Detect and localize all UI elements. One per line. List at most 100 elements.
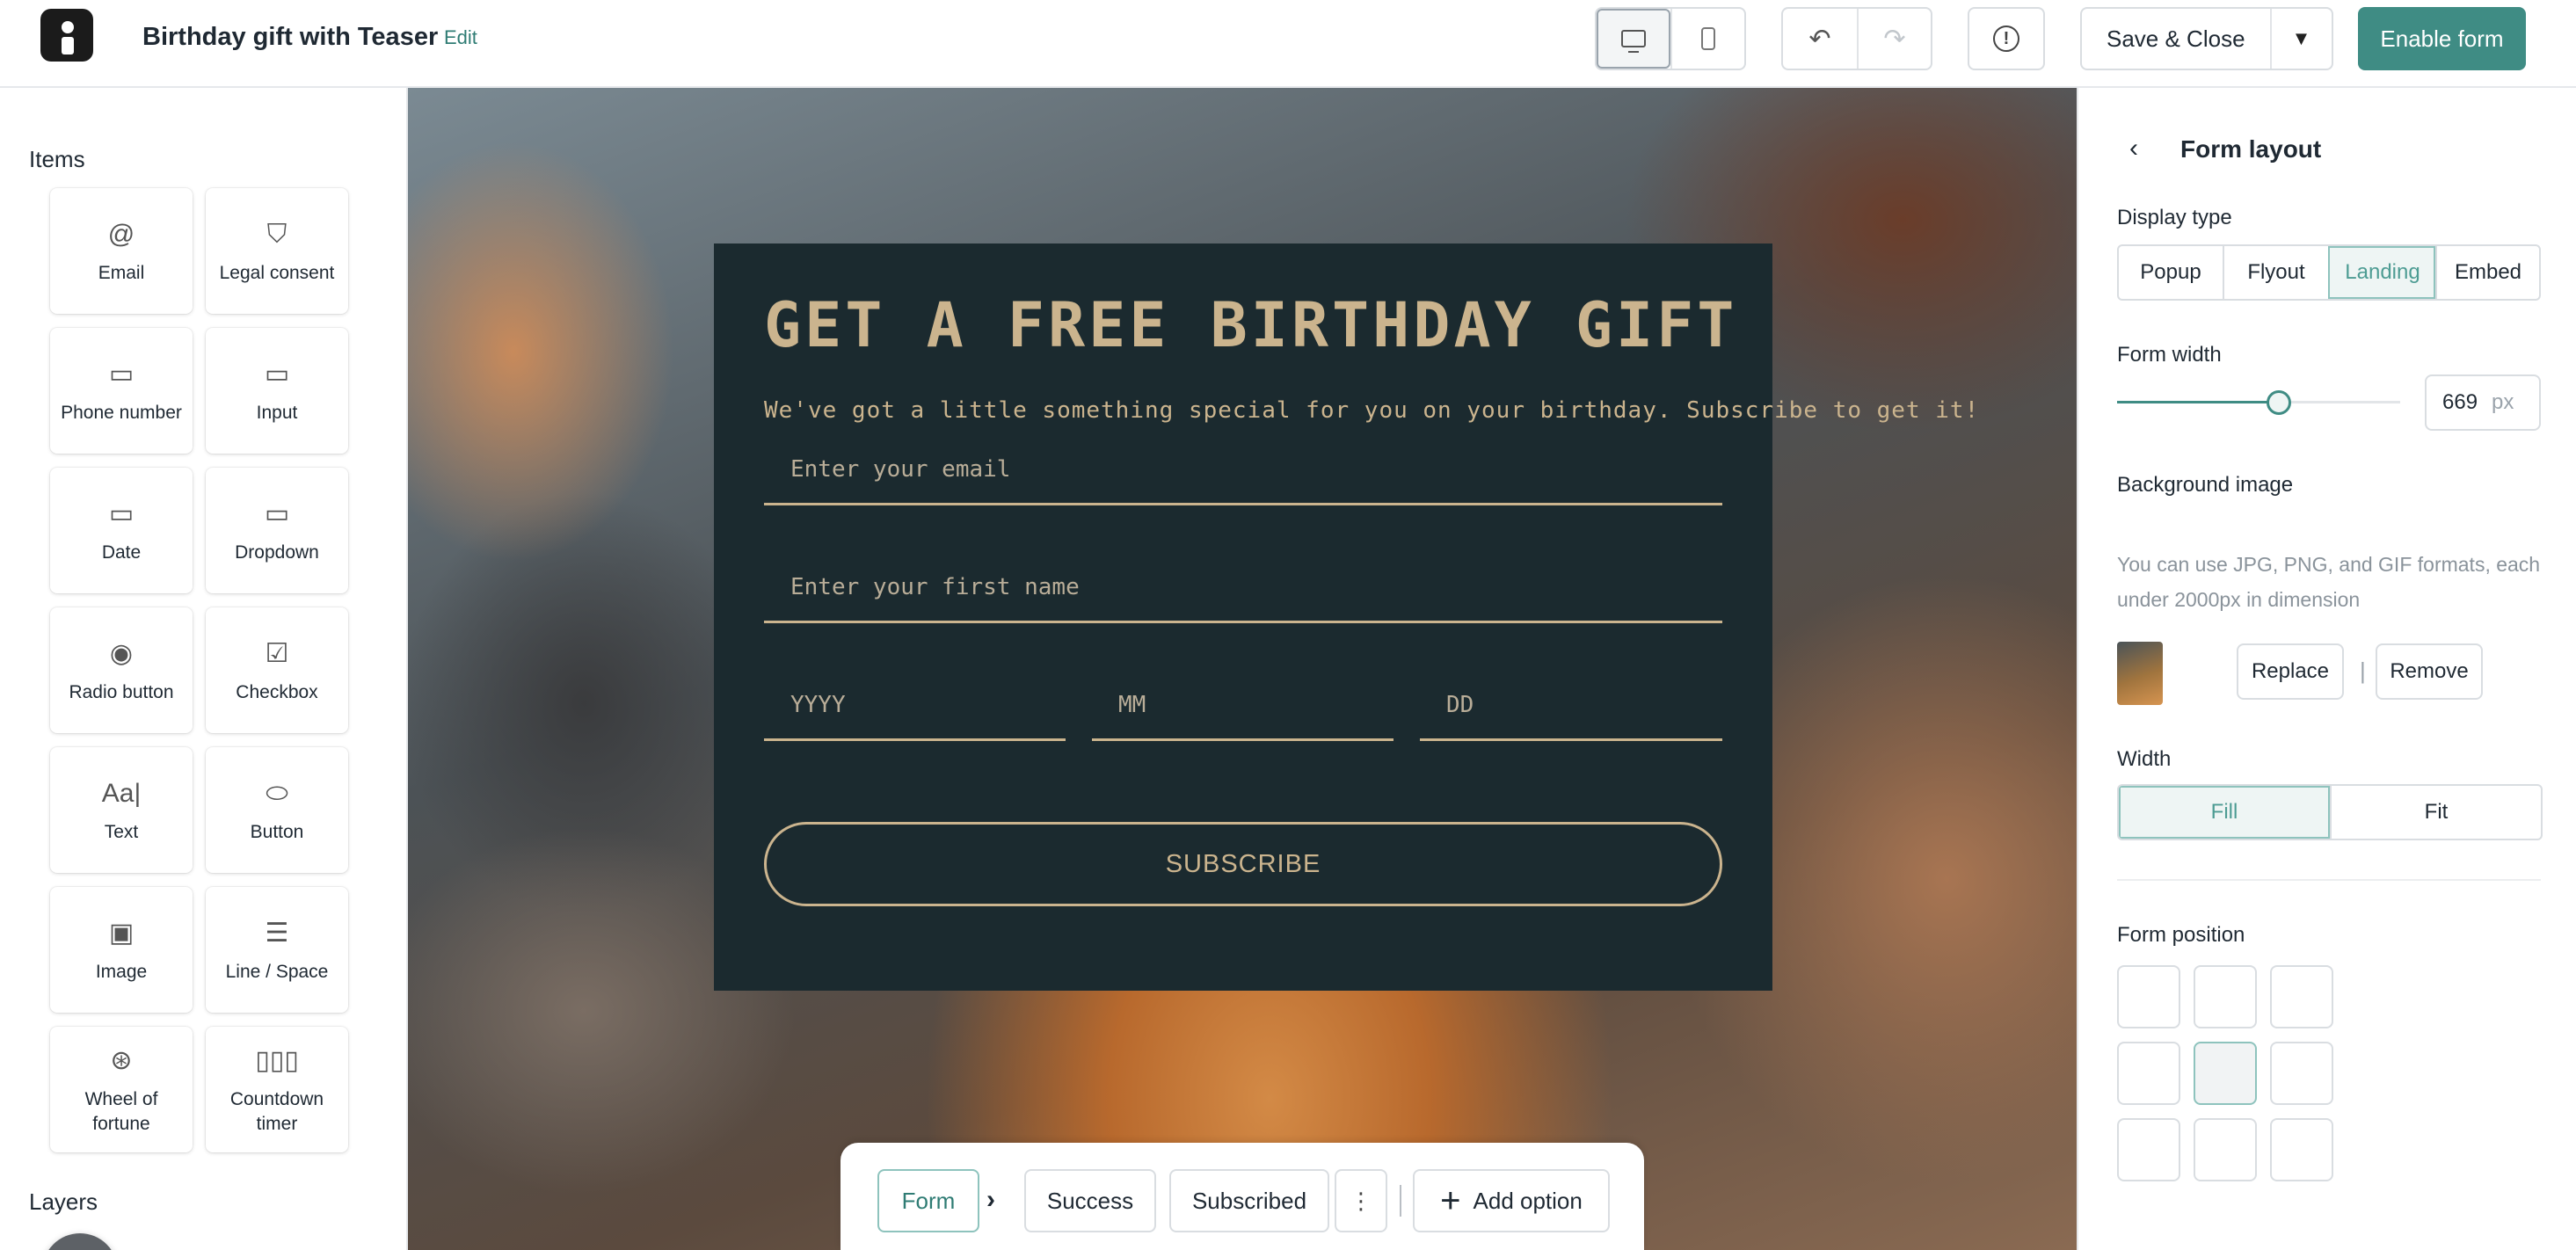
issues-group: ! (1968, 7, 2045, 70)
item-legal-consent[interactable]: ⛉ Legal consent (206, 188, 348, 314)
chevron-right-icon: › (986, 1185, 995, 1214)
phone-number-icon: ▭ (108, 360, 135, 389)
save-close-button[interactable]: Save & Close (2082, 9, 2270, 69)
mobile-view-button[interactable] (1670, 9, 1744, 69)
display-type-popup[interactable]: Popup (2119, 246, 2223, 299)
item-label: Input (256, 402, 298, 423)
item-email[interactable]: @ Email (50, 188, 193, 314)
item-dropdown[interactable]: ▭ Dropdown (206, 468, 348, 593)
slider-handle[interactable] (2266, 390, 2291, 415)
add-option-button[interactable]: + Add option (1413, 1169, 1610, 1232)
item-button[interactable]: ⬭ Button (206, 747, 348, 873)
items-heading: Items (29, 146, 85, 172)
item-input[interactable]: ▭ Input (206, 328, 348, 454)
position-top-center[interactable] (2194, 965, 2257, 1028)
birth-month-field[interactable]: MM (1092, 669, 1394, 741)
save-options-dropdown[interactable]: ▼ (2269, 9, 2332, 69)
form-width-input[interactable]: 669 px (2425, 374, 2541, 431)
item-line-space[interactable]: ☰ Line / Space (206, 887, 348, 1013)
position-bottom-center[interactable] (2194, 1118, 2257, 1181)
enable-form-button[interactable]: Enable form (2358, 7, 2526, 70)
add-option-label: Add option (1473, 1187, 1583, 1214)
top-bar: Birthday gift with Teaser Edit ↶ ↷ ! Sav… (0, 0, 2576, 88)
redo-button[interactable]: ↷ (1857, 9, 1931, 69)
item-label: Phone number (61, 402, 182, 423)
form-canvas: GET A FREE BIRTHDAY GIFT We've got a lit… (408, 88, 2077, 1250)
support-chat-button[interactable] (42, 1233, 118, 1250)
item-date[interactable]: ▭ Date (50, 468, 193, 593)
step-success[interactable]: Success (1024, 1169, 1156, 1232)
position-middle-right[interactable] (2270, 1042, 2333, 1105)
item-label: Checkbox (236, 681, 318, 702)
item-label: Date (101, 541, 142, 563)
brand-logo-icon[interactable] (40, 9, 93, 62)
item-checkbox[interactable]: ☑ Checkbox (206, 607, 348, 733)
button-separator: | (2360, 658, 2366, 684)
display-type-landing[interactable]: Landing (2328, 246, 2435, 299)
position-middle-center[interactable] (2194, 1042, 2257, 1105)
page-title: Birthday gift with Teaser (142, 23, 439, 51)
step-subscribed[interactable]: Subscribed (1169, 1169, 1329, 1232)
email-icon: @ (107, 219, 135, 249)
position-bottom-right[interactable] (2270, 1118, 2333, 1181)
plus-icon: + (1440, 1181, 1461, 1220)
item-label: Radio button (69, 681, 174, 702)
background-image-thumbnail (2117, 642, 2163, 705)
position-top-right[interactable] (2270, 965, 2333, 1028)
panel-title: Form layout (2180, 135, 2322, 163)
item-text[interactable]: Aa| Text (50, 747, 193, 873)
step-form[interactable]: Form (877, 1169, 979, 1232)
item-label: Wheel of fortune (84, 1088, 158, 1134)
history-controls: ↶ ↷ (1781, 7, 1932, 70)
form-title[interactable]: GET A FREE BIRTHDAY GIFT (764, 289, 1734, 361)
panel-divider (2117, 879, 2541, 881)
item-label: Line / Space (225, 961, 329, 982)
width-fill-option[interactable]: Fill (2119, 786, 2330, 839)
item-countdown-timer[interactable]: ▯▯▯ Countdown timer (206, 1027, 348, 1152)
form-width-unit: px (2492, 390, 2514, 414)
button-icon: ⬭ (266, 778, 288, 808)
countdown-timer-icon: ▯▯▯ (255, 1046, 299, 1075)
text-icon: Aa| (101, 778, 142, 808)
remove-image-button[interactable]: Remove (2376, 643, 2483, 700)
form-preview[interactable]: GET A FREE BIRTHDAY GIFT We've got a lit… (714, 243, 1978, 991)
undo-icon: ↶ (1808, 24, 1831, 54)
desktop-view-button[interactable] (1597, 9, 1670, 69)
replace-image-button[interactable]: Replace (2237, 643, 2344, 700)
mobile-icon (1701, 27, 1715, 50)
width-fit-option[interactable]: Fit (2330, 786, 2541, 839)
birth-year-field[interactable]: YYYY (764, 669, 1066, 741)
checkbox-icon: ☑ (265, 639, 289, 668)
save-group: Save & Close ▼ (2080, 7, 2333, 70)
back-chevron-icon[interactable]: ‹ (2129, 134, 2138, 164)
step-more-button[interactable]: ⋮ (1335, 1169, 1387, 1232)
birth-day-field[interactable]: DD (1420, 669, 1722, 741)
position-bottom-left[interactable] (2117, 1118, 2180, 1181)
email-field[interactable]: Enter your email (764, 433, 1722, 505)
display-type-embed[interactable]: Embed (2435, 246, 2539, 299)
legal-consent-icon: ⛉ (266, 219, 287, 249)
alert-circle-icon: ! (1993, 25, 2019, 52)
item-phone-number[interactable]: ▭ Phone number (50, 328, 193, 454)
wheel-of-fortune-icon: ⊛ (110, 1046, 133, 1075)
items-grid: @ Email ⛉ Legal consent ▭ Phone number ▭ Input ▭… (50, 188, 348, 1152)
display-type-selector: Popup Flyout Landing Embed (2117, 244, 2541, 301)
position-top-left[interactable] (2117, 965, 2180, 1028)
item-wheel-of-fortune[interactable]: ⊛ Wheel of fortune (50, 1027, 193, 1152)
item-label: Text (104, 821, 139, 842)
form-subtitle[interactable]: We've got a little something special for… (764, 397, 1979, 424)
edit-title-link[interactable]: Edit (444, 26, 477, 49)
first-name-field[interactable]: Enter your first name (764, 551, 1722, 623)
form-width-slider[interactable] (2117, 390, 2400, 415)
position-middle-left[interactable] (2117, 1042, 2180, 1105)
item-image[interactable]: ▣ Image (50, 887, 193, 1013)
desktop-icon (1621, 30, 1646, 53)
issues-button[interactable]: ! (1969, 9, 2043, 69)
subscribe-button[interactable]: SUBSCRIBE (764, 822, 1722, 906)
undo-button[interactable]: ↶ (1783, 9, 1857, 69)
layers-heading: Layers (29, 1188, 98, 1215)
item-label: Image (95, 961, 148, 982)
display-type-flyout[interactable]: Flyout (2223, 246, 2328, 299)
item-radio-button[interactable]: ◉ Radio button (50, 607, 193, 733)
form-layout-panel: ‹ Form layout Display type Popup Flyout … (2077, 88, 2576, 1250)
